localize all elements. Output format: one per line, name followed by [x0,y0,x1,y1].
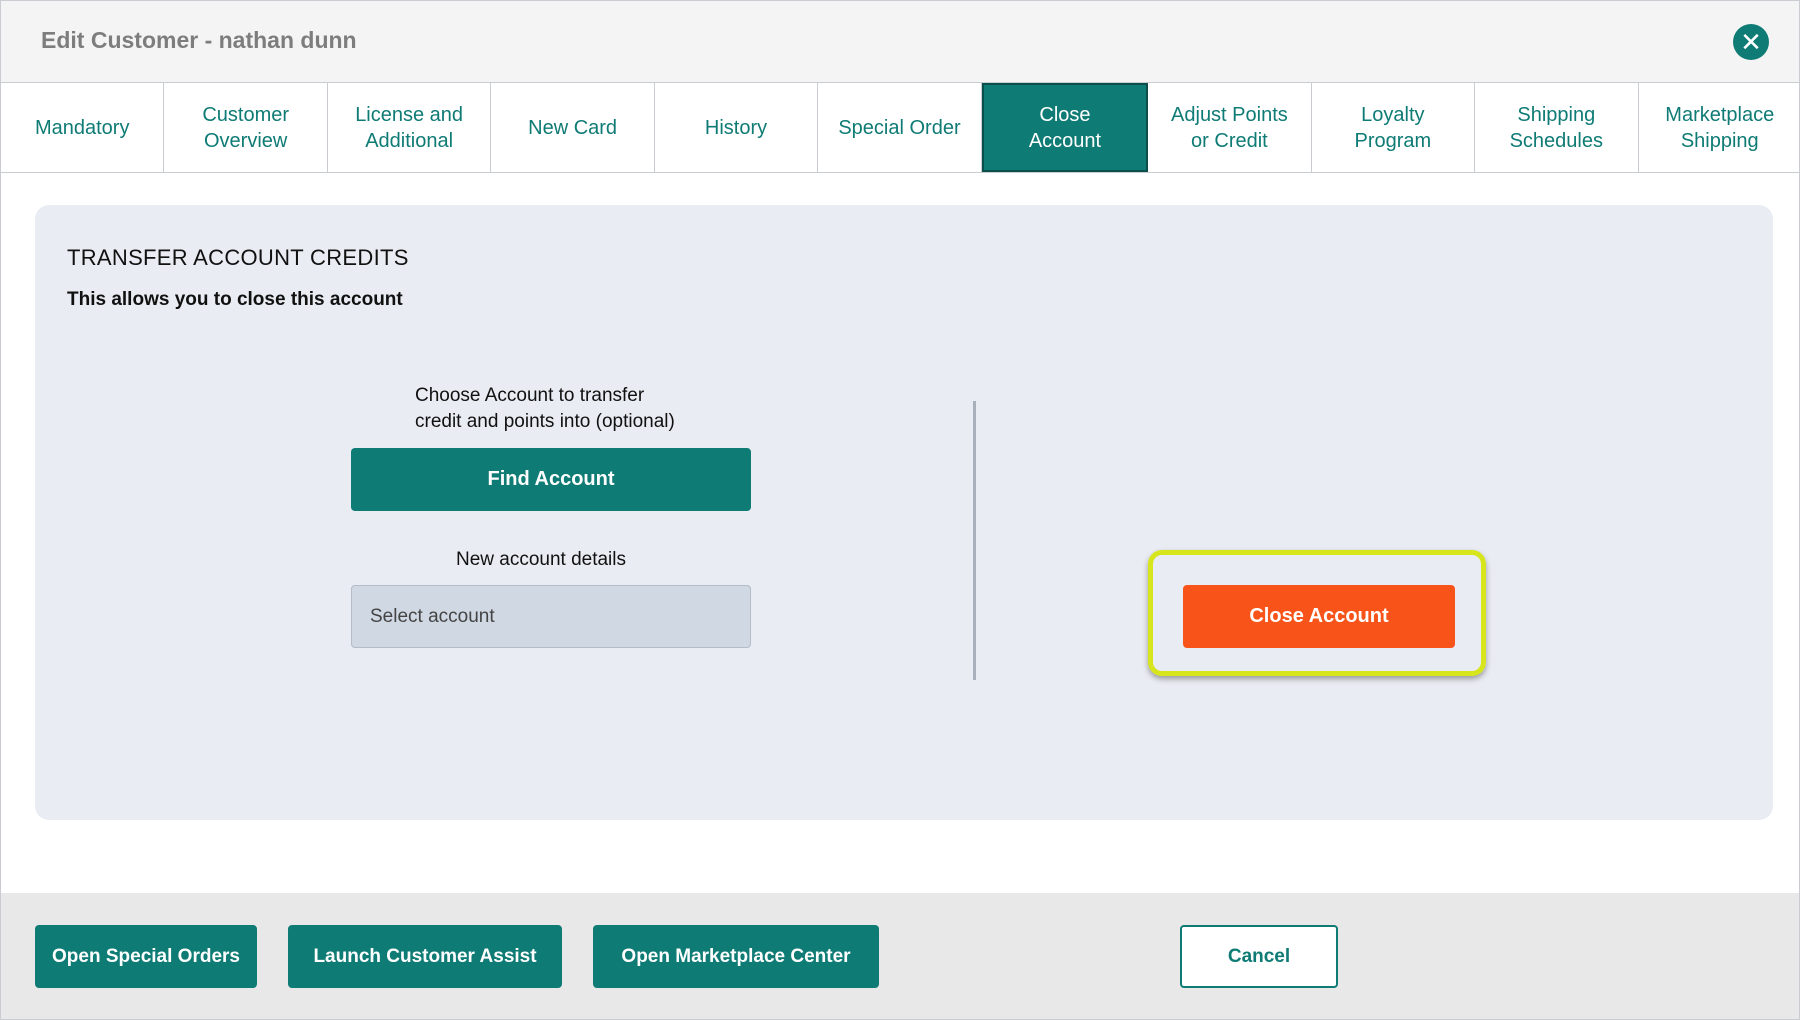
tab-shipping-schedules[interactable]: Shipping Schedules [1475,83,1639,172]
tab-mandatory[interactable]: Mandatory [1,83,165,172]
choose-account-label: Choose Account to transfer credit and po… [415,385,675,432]
tab-marketplace-shipping[interactable]: Marketplace Shipping [1639,83,1799,172]
title-bar: Edit Customer - nathan dunn ✕ [1,1,1799,82]
dialog-title: Edit Customer - nathan dunn [41,27,357,53]
section-title: TRANSFER ACCOUNT CREDITS [67,245,409,270]
tab-loyalty-program[interactable]: Loyalty Program [1312,83,1476,172]
new-account-details-label: New account details [455,549,627,570]
open-marketplace-center-button[interactable]: Open Marketplace Center [593,925,879,988]
transfer-credits-panel: TRANSFER ACCOUNT CREDITS This allows you… [35,205,1773,820]
tab-adjust-points-or-credit[interactable]: Adjust Points or Credit [1148,83,1312,172]
close-account-button[interactable]: Close Account [1183,585,1455,648]
tab-close-account[interactable]: Close Account [981,83,1149,172]
tab-customer-overview[interactable]: Customer Overview [164,83,328,172]
launch-customer-assist-button[interactable]: Launch Customer Assist [288,925,562,988]
tab-license-and-additional[interactable]: License and Additional [328,83,492,172]
tab-bar: Mandatory Customer Overview License and … [1,82,1799,173]
tab-history[interactable]: History [655,83,819,172]
cancel-button[interactable]: Cancel [1180,925,1338,988]
tab-special-order[interactable]: Special Order [818,83,982,172]
edit-customer-dialog: Edit Customer - nathan dunn ✕ Mandatory … [0,0,1800,1020]
open-special-orders-button[interactable]: Open Special Orders [35,925,257,988]
vertical-divider [973,401,976,680]
find-account-button[interactable]: Find Account [351,448,751,511]
close-icon[interactable]: ✕ [1733,24,1769,60]
tab-new-card[interactable]: New Card [491,83,655,172]
footer-bar: Open Special Orders Launch Customer Assi… [1,893,1799,1019]
section-subtitle: This allows you to close this account [67,289,403,310]
select-account-dropdown[interactable]: Select account [351,585,751,648]
